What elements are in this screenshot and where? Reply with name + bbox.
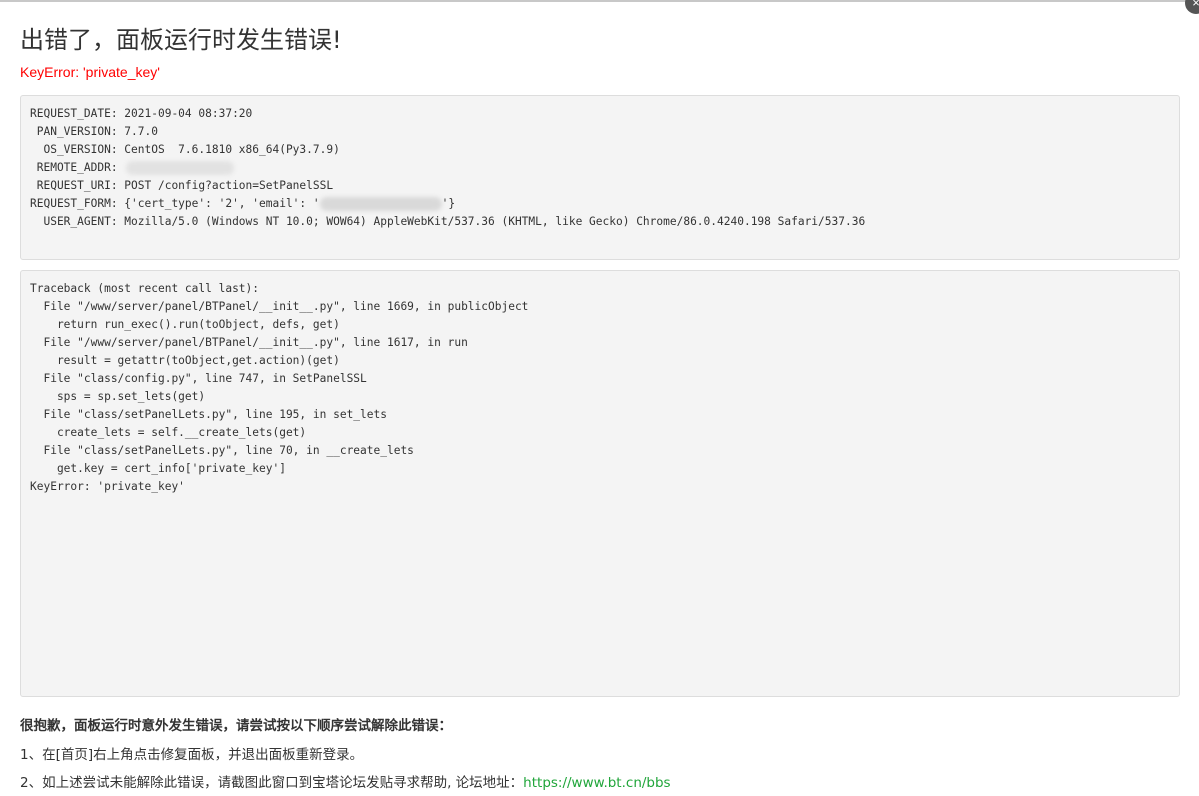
forum-link[interactable]: https://www.bt.cn/bbs [523, 775, 670, 791]
error-message: KeyError: 'private_key' [20, 64, 160, 80]
request-info-panel: REQUEST_DATE: 2021-09-04 08:37:20 PAN_VE… [20, 95, 1180, 260]
help-step-1: 1、在[首页]右上角点击修复面板，并退出面板重新登录。 [20, 747, 364, 763]
redacted-email [319, 197, 442, 211]
request-form-suffix: '} [441, 197, 456, 210]
help-step-2-text: 2、如上述尝试未能解除此错误，请截图此窗口到宝塔论坛发贴寻求帮助, 论坛地址： [20, 775, 524, 791]
os-version-line: OS_VERSION: CentOS 7.6.1810 x86_64(Py3.7… [30, 143, 340, 156]
request-info-text: REQUEST_DATE: 2021-09-04 08:37:20 PAN_VE… [30, 105, 1170, 231]
help-step-2: 2、如上述尝试未能解除此错误，请截图此窗口到宝塔论坛发贴寻求帮助, 论坛地址：h… [20, 771, 671, 791]
error-dialog: × 出错了，面板运行时发生错误! KeyError: 'private_key'… [0, 0, 1199, 796]
page-title: 出错了，面板运行时发生错误! [20, 26, 342, 54]
request-form-prefix: REQUEST_FORM: {'cert_type': '2', 'email'… [30, 197, 320, 210]
pan-version-line: PAN_VERSION: 7.7.0 [30, 125, 158, 138]
traceback-text: Traceback (most recent call last): File … [30, 282, 529, 493]
request-date-line: REQUEST_DATE: 2021-09-04 08:37:20 [30, 107, 253, 120]
help-title: 很抱歉，面板运行时意外发生错误，请尝试按以下顺序尝试解除此错误： [20, 718, 452, 734]
remote-addr-label: REMOTE_ADDR: [30, 161, 125, 174]
traceback-panel: Traceback (most recent call last): File … [20, 270, 1180, 697]
help-section: 很抱歉，面板运行时意外发生错误，请尝试按以下顺序尝试解除此错误： 1、在[首页]… [20, 714, 671, 796]
request-uri-line: REQUEST_URI: POST /config?action=SetPane… [30, 179, 334, 192]
redacted-remote-addr [126, 161, 235, 175]
close-icon[interactable]: × [1185, 0, 1199, 14]
user-agent-line: USER_AGENT: Mozilla/5.0 (Windows NT 10.0… [30, 215, 866, 228]
